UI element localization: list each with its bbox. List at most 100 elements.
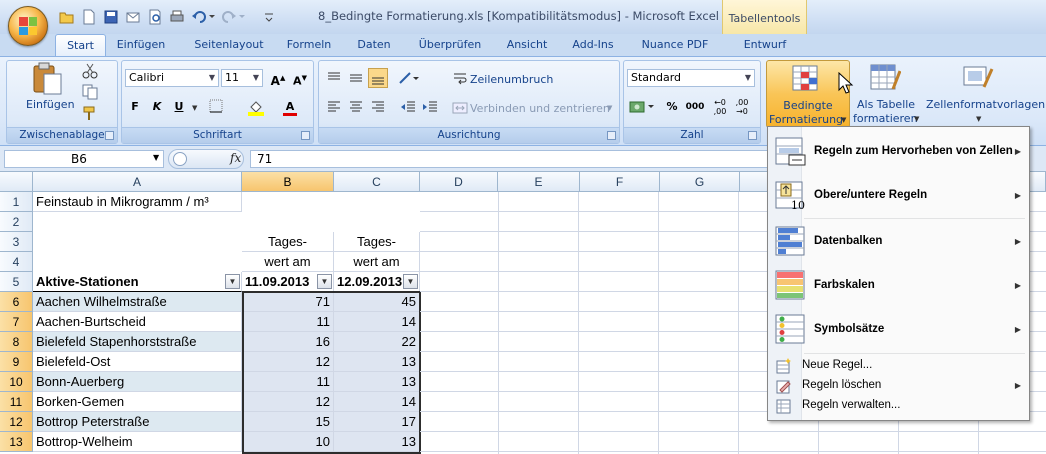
menu-item-color-scales[interactable]: Farbskalen ▶ <box>768 265 1029 305</box>
font-launcher-icon[interactable] <box>301 131 310 140</box>
tab-entwurf[interactable]: Entwurf <box>724 34 806 56</box>
menu-item-highlight-rules[interactable]: Regeln zum Hervorheben von Zellen ▶ <box>768 131 1029 171</box>
align-left-icon[interactable] <box>324 97 344 117</box>
bold-button[interactable]: F <box>125 97 145 117</box>
row-header[interactable]: 3 <box>0 232 33 252</box>
table-row-value-c[interactable]: 45 <box>334 292 420 312</box>
table-row-station[interactable]: Bottrop Peterstraße <box>33 412 242 432</box>
open-icon[interactable] <box>58 8 74 24</box>
wrap-text-icon[interactable] <box>452 71 468 87</box>
name-box[interactable]: B6 ▼ <box>4 150 164 168</box>
table-row-value-c[interactable]: 13 <box>334 352 420 372</box>
column-header-f[interactable]: F <box>580 172 660 192</box>
align-middle-icon[interactable] <box>346 68 366 88</box>
orientation-icon[interactable] <box>396 68 422 88</box>
row-header[interactable]: 4 <box>0 252 33 272</box>
row-header[interactable]: 13 <box>0 432 33 452</box>
number-launcher-icon[interactable] <box>748 131 757 140</box>
percent-button[interactable]: % <box>662 97 682 117</box>
row-header[interactable]: 9 <box>0 352 33 372</box>
tab-nuance-pdf[interactable]: Nuance PDF <box>632 34 718 56</box>
grow-font-icon[interactable]: A▲ <box>268 68 288 88</box>
column-header-g[interactable]: G <box>660 172 740 192</box>
tab-ueberpruefen[interactable]: Überprüfen <box>410 34 490 56</box>
menu-item-manage-rules[interactable]: Regeln verwalten... <box>768 396 1029 416</box>
print-icon[interactable] <box>168 8 184 24</box>
italic-button[interactable]: K <box>147 97 167 117</box>
insert-function-icon[interactable]: fx <box>230 151 241 165</box>
format-painter-icon[interactable] <box>82 105 98 121</box>
table-row-value-c[interactable]: 13 <box>334 372 420 392</box>
tab-daten[interactable]: Daten <box>348 34 400 56</box>
align-right-icon[interactable] <box>368 97 388 117</box>
menu-item-icon-sets[interactable]: Symbolsätze ▶ <box>768 309 1029 349</box>
table-row-value-c[interactable]: 22 <box>334 332 420 352</box>
table-row-value-b[interactable]: 71 <box>242 292 334 312</box>
align-center-icon[interactable] <box>346 97 366 117</box>
row-header[interactable]: 7 <box>0 312 33 332</box>
column-header-e[interactable]: E <box>498 172 580 192</box>
tab-ansicht[interactable]: Ansicht <box>498 34 556 56</box>
undo-icon[interactable] <box>190 8 216 24</box>
cut-icon[interactable] <box>82 63 98 79</box>
paste-button-label[interactable]: Einfügen <box>26 98 75 111</box>
column-header-c[interactable]: C <box>334 172 420 192</box>
borders-icon[interactable] <box>206 97 226 117</box>
table-row-value-b[interactable]: 10 <box>242 432 334 452</box>
table-row-station[interactable]: Borken-Gemen <box>33 392 242 412</box>
font-color-icon[interactable]: A <box>280 97 300 117</box>
formula-input[interactable]: 71 <box>250 150 770 168</box>
row-header[interactable]: 12 <box>0 412 33 432</box>
table-row-value-b[interactable]: 12 <box>242 392 334 412</box>
merge-center-button[interactable]: Verbinden und zentrieren <box>470 102 610 115</box>
cell-c5[interactable]: 12.09.2013 ▼ <box>334 272 420 292</box>
cell-c4[interactable]: wert am <box>334 252 420 272</box>
align-top-icon[interactable] <box>324 68 344 88</box>
save-icon[interactable] <box>102 8 118 24</box>
column-header-d[interactable]: D <box>420 172 498 192</box>
table-row-value-c[interactable]: 14 <box>334 392 420 412</box>
menu-item-top-bottom-rules[interactable]: 10 Obere/untere Regeln ▶ <box>768 175 1029 215</box>
decrease-indent-icon[interactable] <box>398 97 418 117</box>
row-header[interactable]: 1 <box>0 192 33 212</box>
table-row-value-c[interactable]: 14 <box>334 312 420 332</box>
accounting-format-icon[interactable] <box>627 97 659 117</box>
table-row-value-b[interactable]: 11 <box>242 372 334 392</box>
alignment-launcher-icon[interactable] <box>607 131 616 140</box>
tab-start[interactable]: Start <box>55 34 106 56</box>
font-size-dropdown[interactable]: 11 ▼ <box>221 69 263 87</box>
wrap-text-button[interactable]: Zeilenumbruch <box>470 73 553 86</box>
increase-decimal-icon[interactable]: ←0,00 <box>710 97 730 117</box>
cell-b3[interactable]: Tages- <box>242 232 334 252</box>
table-row-value-c[interactable]: 13 <box>334 432 420 452</box>
font-name-dropdown[interactable]: Calibri ▼ <box>125 69 219 87</box>
table-row-value-b[interactable]: 11 <box>242 312 334 332</box>
customize-quick-access-icon[interactable] <box>262 8 274 24</box>
cell-b5[interactable]: 11.09.2013 ▼ <box>242 272 334 292</box>
copy-icon[interactable] <box>82 84 98 100</box>
filter-dropdown-icon[interactable]: ▼ <box>317 274 332 289</box>
row-header[interactable]: 5 <box>0 272 33 292</box>
menu-item-clear-rules[interactable]: Regeln löschen ▶ <box>768 376 1029 396</box>
number-format-dropdown[interactable]: Standard ▼ <box>627 69 755 87</box>
table-row-value-c[interactable]: 17 <box>334 412 420 432</box>
tab-einfuegen[interactable]: Einfügen <box>108 34 174 56</box>
format-as-table-button[interactable]: Als Tabelle formatieren ▼ <box>853 60 921 128</box>
table-row-value-b[interactable]: 16 <box>242 332 334 352</box>
table-row-station[interactable]: Aachen-Burtscheid <box>33 312 242 332</box>
menu-item-data-bars[interactable]: Datenbalken ▶ <box>768 221 1029 261</box>
expand-handle-icon[interactable] <box>173 152 187 166</box>
table-row-station[interactable]: Bielefeld Stapenhorststraße <box>33 332 242 352</box>
mail-icon[interactable] <box>124 8 140 24</box>
merge-center-icon[interactable] <box>452 100 468 116</box>
menu-item-new-rule[interactable]: Neue Regel... <box>768 356 1029 376</box>
chevron-down-icon[interactable]: ▼ <box>153 153 159 162</box>
underline-button[interactable]: U <box>169 97 189 117</box>
cell-a1[interactable]: Feinstaub in Mikrogramm / m³ <box>33 192 242 212</box>
print-preview-icon[interactable] <box>146 8 162 25</box>
align-bottom-icon[interactable] <box>368 68 388 88</box>
tab-formeln[interactable]: Formeln <box>280 34 338 56</box>
cell-b4[interactable]: wert am <box>242 252 334 272</box>
filter-dropdown-icon[interactable]: ▼ <box>225 274 240 289</box>
cell-c3[interactable]: Tages- <box>334 232 420 252</box>
